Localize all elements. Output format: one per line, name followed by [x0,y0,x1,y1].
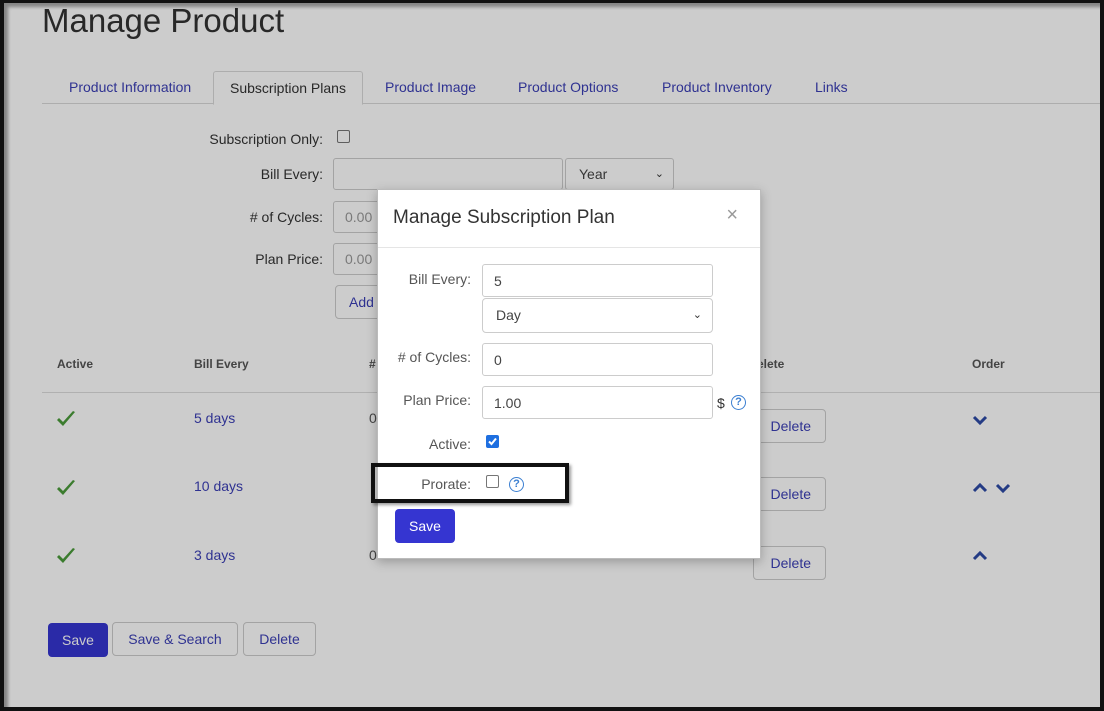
modal-header: Manage Subscription Plan × [378,190,760,248]
modal-cycles-input[interactable]: 0 [482,343,713,376]
modal-active-label: Active: [428,436,471,452]
modal-bill-every-unit-select[interactable]: Day ⌄ [482,298,713,333]
chevron-down-icon: ⌄ [692,309,702,321]
modal-bill-every-input[interactable]: 5 [482,264,713,297]
manage-subscription-plan-modal: Manage Subscription Plan × Bill Every: 5… [377,189,761,559]
modal-bill-every-unit-value: Day [496,307,521,323]
checkmark-icon [488,437,497,446]
modal-plan-price-label: Plan Price: [403,392,471,408]
currency-symbol: $ [717,395,725,411]
modal-cycles-label: # of Cycles: [397,349,471,365]
modal-plan-price-input[interactable]: 1.00 [482,386,713,419]
close-icon[interactable]: × [726,205,738,225]
modal-save-button[interactable]: Save [395,509,455,543]
modal-title: Manage Subscription Plan [393,207,615,228]
prorate-highlight-annotation [371,463,569,503]
plan-price-help-icon[interactable]: ? [731,395,746,410]
modal-bill-every-label: Bill Every: [408,271,471,287]
modal-active-checkbox[interactable] [486,435,499,448]
